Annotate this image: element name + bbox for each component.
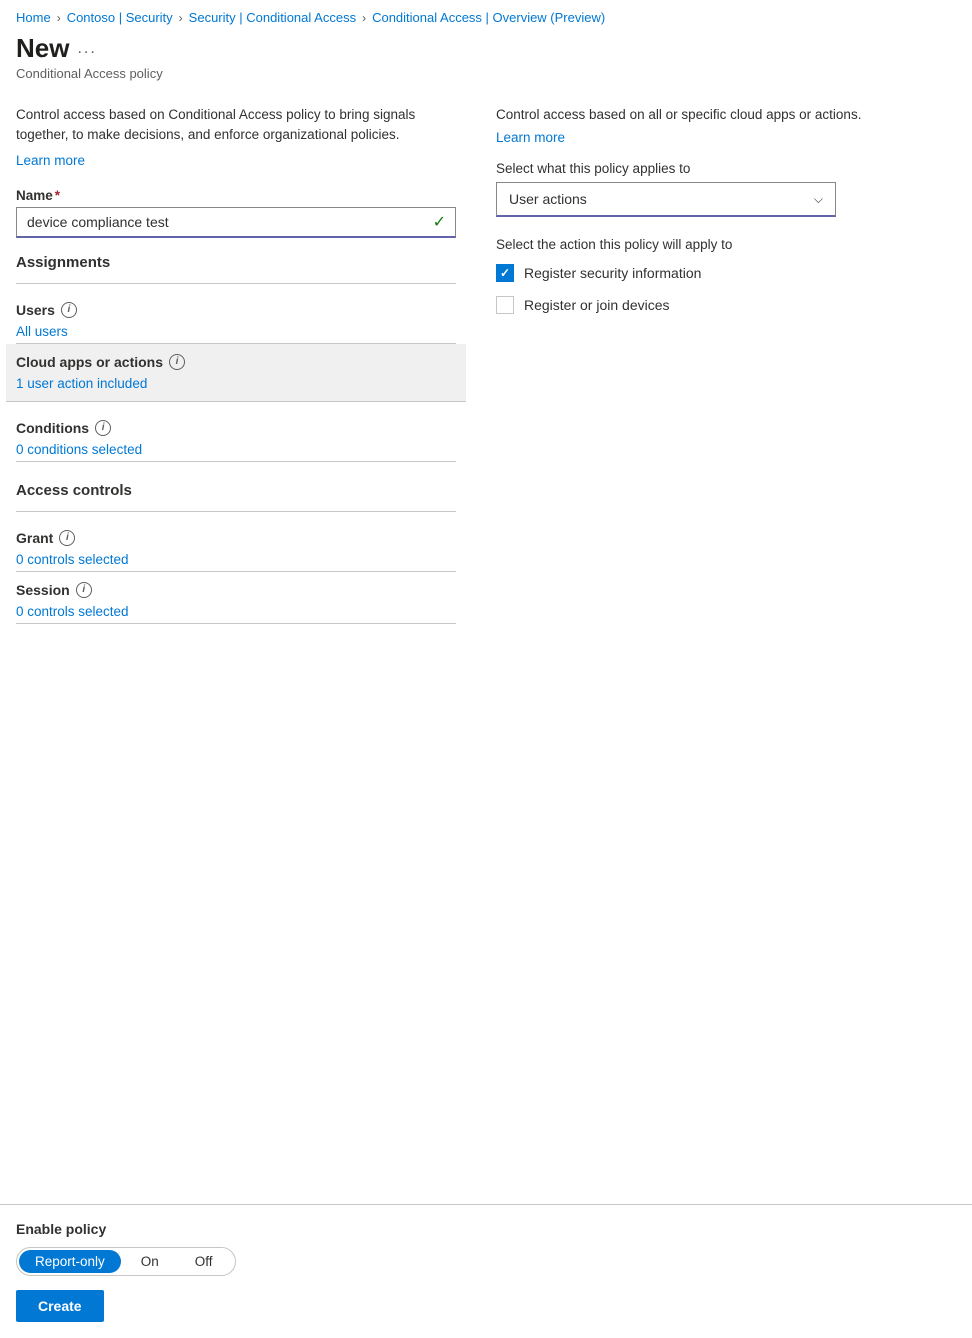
name-label: Name* bbox=[16, 188, 456, 203]
name-input[interactable] bbox=[16, 207, 456, 238]
toggle-row: Report-only On Off bbox=[16, 1247, 956, 1276]
access-controls-header: Access controls bbox=[16, 482, 456, 499]
breadcrumb-home[interactable]: Home bbox=[16, 10, 51, 25]
required-indicator: * bbox=[55, 188, 60, 203]
checkbox-register-join[interactable]: Register or join devices bbox=[496, 296, 956, 314]
toggle-report-only[interactable]: Report-only bbox=[19, 1250, 121, 1273]
users-section: Users i All users bbox=[16, 292, 456, 344]
breadcrumb-sep-1: › bbox=[57, 11, 61, 25]
users-info-icon[interactable]: i bbox=[61, 302, 77, 318]
left-panel: Control access based on Conditional Acce… bbox=[16, 105, 456, 744]
right-panel: Control access based on all or specific … bbox=[496, 105, 956, 328]
right-description: Control access based on all or specific … bbox=[496, 105, 956, 125]
toggle-on[interactable]: On bbox=[123, 1248, 177, 1275]
select-applies-label: Select what this policy applies to bbox=[496, 161, 956, 176]
name-section: Name* ✓ bbox=[16, 188, 456, 238]
left-description: Control access based on Conditional Acce… bbox=[16, 105, 456, 146]
checkbox-check-icon: ✓ bbox=[500, 266, 510, 280]
grant-label: Grant i bbox=[16, 530, 456, 546]
conditions-info-icon[interactable]: i bbox=[95, 420, 111, 436]
checkbox-register-security-box[interactable]: ✓ bbox=[496, 264, 514, 282]
create-button[interactable]: Create bbox=[16, 1290, 104, 1322]
enable-policy-label: Enable policy bbox=[16, 1221, 956, 1237]
main-content: Control access based on Conditional Acce… bbox=[0, 89, 972, 744]
breadcrumb-ca-overview[interactable]: Conditional Access | Overview (Preview) bbox=[372, 10, 605, 25]
input-valid-icon: ✓ bbox=[433, 212, 446, 232]
checkbox-register-join-label: Register or join devices bbox=[524, 297, 670, 313]
breadcrumb-sep-2: › bbox=[179, 11, 183, 25]
breadcrumb-sep-3: › bbox=[362, 11, 366, 25]
breadcrumb-security-ca[interactable]: Security | Conditional Access bbox=[189, 10, 356, 25]
session-value[interactable]: 0 controls selected bbox=[16, 604, 456, 619]
policy-applies-dropdown[interactable]: User actions ⌵ bbox=[496, 182, 836, 217]
session-label: Session i bbox=[16, 582, 456, 598]
breadcrumb-contoso[interactable]: Contoso | Security bbox=[67, 10, 173, 25]
breadcrumb: Home › Contoso | Security › Security | C… bbox=[0, 0, 972, 33]
assignments-header: Assignments bbox=[16, 254, 456, 271]
checkbox-register-security-label: Register security information bbox=[524, 265, 701, 281]
conditions-label: Conditions i bbox=[16, 420, 456, 436]
cloud-apps-info-icon[interactable]: i bbox=[169, 354, 185, 370]
dropdown-arrow-icon: ⌵ bbox=[814, 192, 823, 207]
assignments-divider bbox=[16, 283, 456, 284]
page-subtitle: Conditional Access policy bbox=[16, 66, 956, 81]
session-info-icon[interactable]: i bbox=[76, 582, 92, 598]
users-label: Users i bbox=[16, 302, 456, 318]
page-title-ellipsis: ... bbox=[77, 40, 96, 58]
grant-info-icon[interactable]: i bbox=[59, 530, 75, 546]
right-learn-more-link[interactable]: Learn more bbox=[496, 130, 565, 145]
policy-toggle[interactable]: Report-only On Off bbox=[16, 1247, 236, 1276]
page-header: New ... Conditional Access policy bbox=[0, 33, 972, 89]
cloud-apps-label: Cloud apps or actions i bbox=[16, 354, 456, 370]
toggle-off[interactable]: Off bbox=[177, 1248, 231, 1275]
grant-value[interactable]: 0 controls selected bbox=[16, 552, 456, 567]
dropdown-value: User actions bbox=[509, 191, 587, 207]
access-controls-divider bbox=[16, 511, 456, 512]
checkbox-register-security[interactable]: ✓ Register security information bbox=[496, 264, 956, 282]
session-section: Session i 0 controls selected bbox=[16, 572, 456, 624]
cloud-apps-section: Cloud apps or actions i 1 user action in… bbox=[6, 344, 466, 402]
conditions-value[interactable]: 0 conditions selected bbox=[16, 442, 456, 457]
page-title-text: New bbox=[16, 33, 69, 64]
checkbox-register-join-box[interactable] bbox=[496, 296, 514, 314]
bottom-bar: Enable policy Report-only On Off Create bbox=[0, 1204, 972, 1338]
conditions-section: Conditions i 0 conditions selected bbox=[16, 410, 456, 462]
select-action-label: Select the action this policy will apply… bbox=[496, 237, 956, 252]
left-learn-more-link[interactable]: Learn more bbox=[16, 153, 85, 168]
users-value[interactable]: All users bbox=[16, 324, 456, 339]
name-input-wrapper: ✓ bbox=[16, 207, 456, 238]
cloud-apps-value[interactable]: 1 user action included bbox=[16, 376, 456, 391]
grant-section: Grant i 0 controls selected bbox=[16, 520, 456, 572]
